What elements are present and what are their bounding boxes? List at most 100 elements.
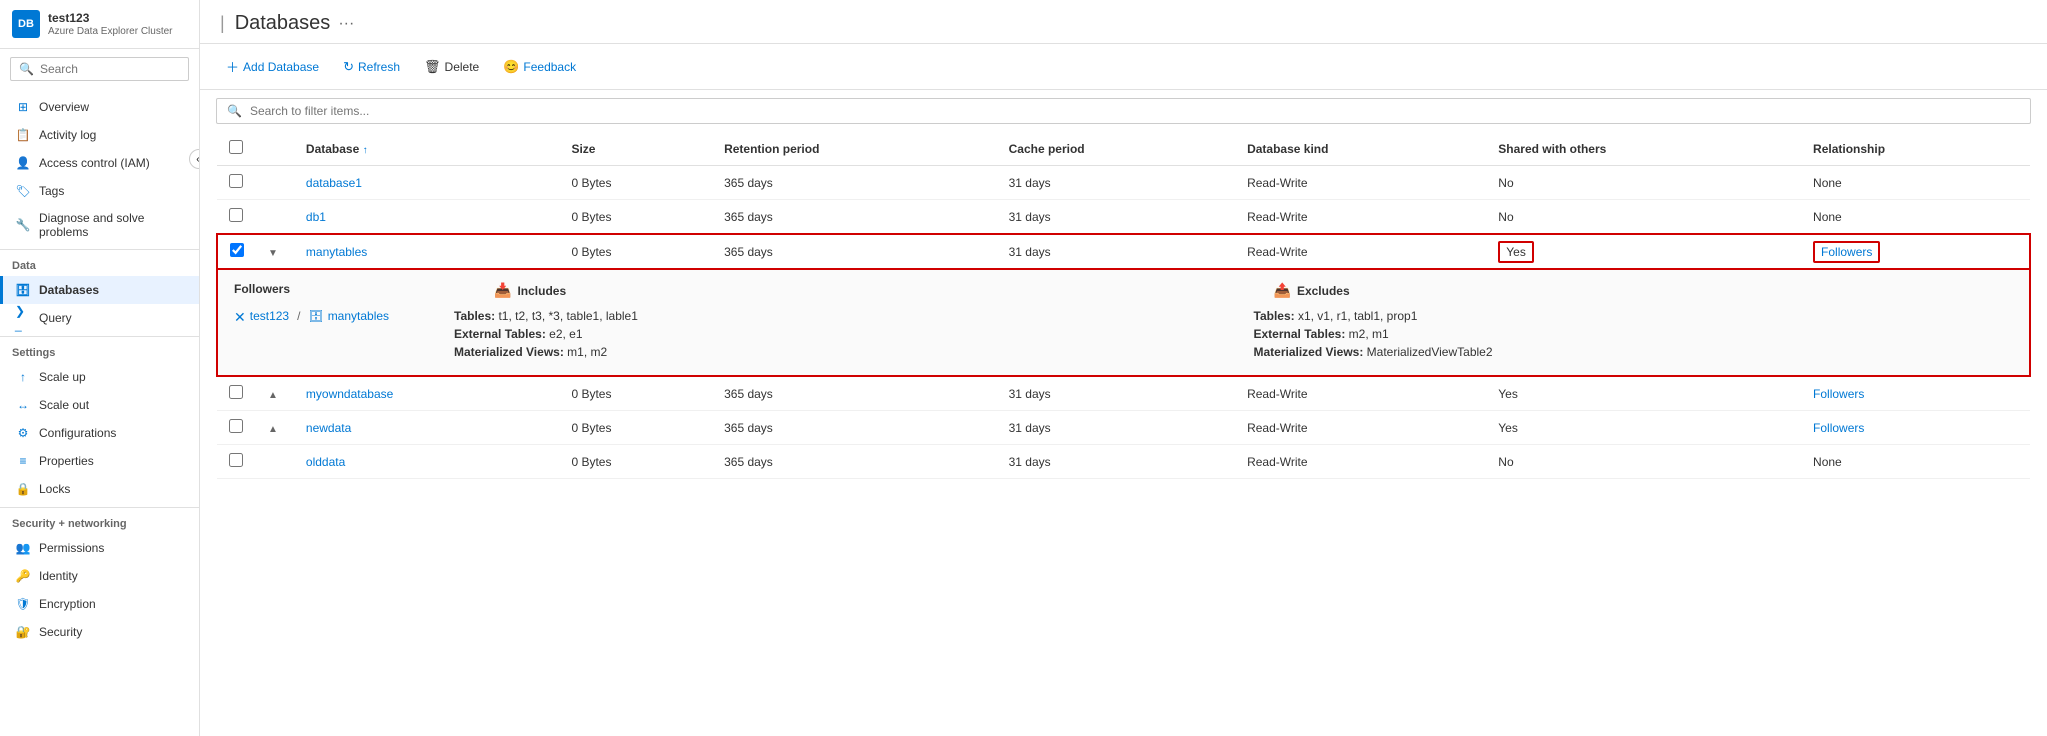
row-shared-cell: Yes <box>1486 234 1801 269</box>
databases-table-container: Database ↑ Size Retention period Cache p… <box>200 132 2047 736</box>
row-checkbox-cell[interactable] <box>217 200 256 235</box>
sidebar-item-permissions[interactable]: 👥 Permissions <box>0 534 199 562</box>
row-checkbox[interactable] <box>229 385 243 399</box>
row-size-cell: 0 Bytes <box>559 200 712 235</box>
excludes-tables-value: x1, v1, r1, tabl1, prop1 <box>1298 309 1417 323</box>
row-kind-cell: Read-Write <box>1235 200 1486 235</box>
table-row: ▲ myowndatabase 0 Bytes 365 days 31 days… <box>217 376 2030 411</box>
relationship-link[interactable]: Followers <box>1813 421 1864 435</box>
encryption-icon: 🛡 <box>15 596 31 612</box>
sidebar-item-locks[interactable]: 🔒 Locks <box>0 475 199 503</box>
col-header-database: Database ↑ <box>294 132 560 166</box>
security-icon: 🔐 <box>15 624 31 640</box>
select-all-checkbox[interactable] <box>229 140 243 154</box>
delete-button[interactable]: 🗑 Delete <box>414 54 489 80</box>
row-cache-cell: 31 days <box>997 445 1235 479</box>
filter-search-input[interactable] <box>250 104 2020 118</box>
row-checkbox[interactable] <box>230 243 244 257</box>
sidebar-item-activity-log[interactable]: 📋 Activity log <box>0 121 199 149</box>
row-expand-cell[interactable]: ▼ <box>256 234 294 269</box>
follower-db-link[interactable]: manytables <box>328 309 389 323</box>
sidebar-item-identity[interactable]: 🔑 Identity <box>0 562 199 590</box>
row-expand-button[interactable]: ▲ <box>268 390 278 401</box>
databases-icon: 🗄 <box>15 282 31 298</box>
feedback-icon: 😊 <box>503 59 519 75</box>
sidebar: DB test123 Azure Data Explorer Cluster 🔍… <box>0 0 200 736</box>
sidebar-item-diagnose[interactable]: 🔧 Diagnose and solve problems <box>0 205 199 245</box>
databases-table: Database ↑ Size Retention period Cache p… <box>216 132 2031 479</box>
sidebar-item-databases[interactable]: 🗄 Databases <box>0 276 199 304</box>
sidebar-item-scale-up[interactable]: ↑ Scale up <box>0 363 199 391</box>
sidebar-item-properties[interactable]: ≡ Properties <box>0 447 199 475</box>
includes-column-title: 📥 Includes <box>494 282 1234 299</box>
feedback-button[interactable]: 😊 Feedback <box>493 54 586 80</box>
filter-search-bar[interactable]: 🔍 <box>216 98 2031 124</box>
table-row: database1 0 Bytes 365 days 31 days Read-… <box>217 166 2030 200</box>
search-input[interactable] <box>40 62 180 76</box>
sidebar-item-tags[interactable]: 🏷 Tags <box>0 177 199 205</box>
database-link[interactable]: newdata <box>306 421 351 435</box>
identity-icon: 🔑 <box>15 568 31 584</box>
col-header-expand <box>256 132 294 166</box>
database-link[interactable]: db1 <box>306 210 326 224</box>
row-expand-button[interactable]: ▼ <box>268 248 278 259</box>
sidebar-item-security[interactable]: 🔐 Security <box>0 618 199 646</box>
sidebar-item-scale-out[interactable]: ↔ Scale out <box>0 391 199 419</box>
sidebar-item-access-control[interactable]: 👤 Access control (IAM) <box>0 149 199 177</box>
path-separator: / <box>297 309 300 323</box>
sidebar-item-encryption[interactable]: 🛡 Encryption <box>0 590 199 618</box>
includes-mat-views-value: m1, m2 <box>567 345 607 359</box>
row-retention-cell: 365 days <box>712 234 997 269</box>
follower-cluster-link[interactable]: test123 <box>250 309 289 323</box>
add-database-button[interactable]: ＋ Add Database <box>216 52 329 81</box>
row-checkbox-cell[interactable] <box>217 376 256 411</box>
col-header-retention: Retention period <box>712 132 997 166</box>
query-icon: ❯_ <box>15 310 31 326</box>
row-checkbox-cell[interactable] <box>217 445 256 479</box>
relationship-link[interactable]: Followers <box>1813 387 1864 401</box>
row-cache-cell: 31 days <box>997 200 1235 235</box>
sidebar-search-container[interactable]: 🔍 <box>10 57 189 81</box>
excludes-mat-views-value: MaterializedViewTable2 <box>1367 345 1493 359</box>
row-retention-cell: 365 days <box>712 445 997 479</box>
row-expand-cell[interactable]: ▲ <box>256 411 294 445</box>
sidebar-item-configurations[interactable]: ⚙ Configurations <box>0 419 199 447</box>
sidebar-item-query[interactable]: ❯_ Query <box>0 304 199 332</box>
excludes-materialized-views: Materialized Views: MaterializedViewTabl… <box>1254 345 2014 359</box>
includes-mat-views-label: Materialized Views: <box>454 345 567 359</box>
row-expand-cell[interactable]: ▲ <box>256 376 294 411</box>
activity-log-icon: 📋 <box>15 127 31 143</box>
includes-tables-value: t1, t2, t3, *3, table1, lable1 <box>498 309 637 323</box>
row-checkbox-cell[interactable] <box>217 234 256 269</box>
row-checkbox[interactable] <box>229 453 243 467</box>
excludes-tables: Tables: x1, v1, r1, tabl1, prop1 <box>1254 309 2014 323</box>
diagnose-icon: 🔧 <box>15 217 31 233</box>
refresh-button[interactable]: ↻ Refresh <box>333 54 410 80</box>
row-checkbox[interactable] <box>229 174 243 188</box>
includes-ext-tables-value: e2, e1 <box>549 327 582 341</box>
database-link[interactable]: olddata <box>306 455 345 469</box>
properties-icon: ≡ <box>15 453 31 469</box>
row-expand-button[interactable]: ▲ <box>268 424 278 435</box>
page-more-icon[interactable]: ··· <box>338 15 354 33</box>
database-link[interactable]: myowndatabase <box>306 387 393 401</box>
row-checkbox[interactable] <box>229 208 243 222</box>
follower-detail-row: Followers 📥 Includes <box>217 269 2030 376</box>
row-checkbox-cell[interactable] <box>217 411 256 445</box>
row-checkbox-cell[interactable] <box>217 166 256 200</box>
row-kind-cell: Read-Write <box>1235 234 1486 269</box>
col-header-size: Size <box>559 132 712 166</box>
page-title: Databases <box>235 12 331 35</box>
row-retention-cell: 365 days <box>712 166 997 200</box>
sidebar-item-overview[interactable]: ⊞ Overview <box>0 93 199 121</box>
relationship-highlighted: Followers <box>1813 241 1880 263</box>
row-checkbox[interactable] <box>229 419 243 433</box>
database-link[interactable]: database1 <box>306 176 362 190</box>
sidebar-nav: ⊞ Overview 📋 Activity log 👤 Access contr… <box>0 89 199 736</box>
database-link[interactable]: manytables <box>306 245 367 259</box>
row-name-cell: database1 <box>294 166 560 200</box>
row-relationship-cell: Followers <box>1801 376 2030 411</box>
sidebar-header: DB test123 Azure Data Explorer Cluster <box>0 0 199 49</box>
row-kind-cell: Read-Write <box>1235 376 1486 411</box>
row-expand-cell <box>256 445 294 479</box>
